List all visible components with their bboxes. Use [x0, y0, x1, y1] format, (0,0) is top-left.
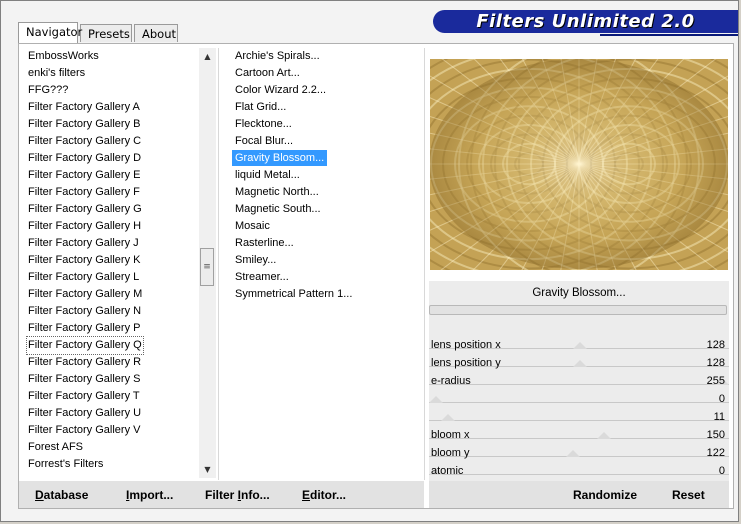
category-item[interactable]: Filter Factory Gallery F	[27, 184, 141, 201]
category-item[interactable]: Filter Factory Gallery M	[27, 286, 143, 303]
progress-bar	[429, 305, 727, 315]
param-slider-row[interactable]: lens position x 128	[429, 336, 729, 354]
category-item[interactable]: Filter Factory Gallery R	[27, 354, 142, 371]
category-item[interactable]: Filter Factory Gallery J	[27, 235, 140, 252]
filter-item[interactable]: Archie's Spirals...	[232, 48, 323, 64]
reset-button[interactable]: Reset	[672, 487, 705, 503]
param-value: 128	[706, 339, 725, 351]
category-item[interactable]: Filter Factory Gallery P	[27, 320, 141, 337]
down-arrow-icon[interactable]: ▼	[199, 461, 216, 478]
category-item[interactable]: Filter Factory Gallery A	[27, 99, 141, 116]
param-label: atomic	[431, 465, 464, 477]
import-button[interactable]: Import...	[126, 487, 173, 503]
filter-item[interactable]: Mosaic	[232, 218, 273, 234]
filter-item[interactable]: Smiley...	[232, 252, 279, 268]
param-value: 128	[706, 357, 725, 369]
param-slider-thumb[interactable]	[597, 432, 611, 439]
tab-presets[interactable]: Presets	[80, 24, 132, 42]
filter-item[interactable]: Rasterline...	[232, 235, 297, 251]
param-slider-track[interactable]	[429, 474, 729, 475]
param-label: e-radius	[431, 375, 471, 387]
category-item[interactable]: Filter Factory Gallery H	[27, 218, 142, 235]
param-slider-thumb[interactable]	[429, 396, 443, 403]
param-slider-row[interactable]: bloom y 122	[429, 444, 729, 462]
filter-item[interactable]: Magnetic South...	[232, 201, 324, 217]
category-item[interactable]: Forrest's Filters	[27, 456, 104, 473]
category-item[interactable]: enki's filters	[27, 65, 86, 82]
filter-item[interactable]: Streamer...	[232, 269, 292, 285]
param-slider-track[interactable]	[429, 438, 729, 439]
param-label: lens position x	[431, 339, 501, 351]
param-label: bloom y	[431, 447, 470, 459]
param-slider-row[interactable]: 0	[429, 390, 729, 408]
category-item[interactable]: Filter Factory Gallery C	[27, 133, 142, 150]
divider	[424, 48, 425, 480]
category-item[interactable]: Filter Factory Gallery S	[27, 371, 141, 388]
param-value: 150	[706, 429, 725, 441]
param-slider-track[interactable]	[429, 402, 729, 403]
divider	[218, 48, 219, 480]
param-slider-thumb[interactable]	[566, 450, 580, 457]
category-item[interactable]: Filter Factory Gallery L	[27, 269, 140, 286]
param-value: 0	[718, 465, 725, 477]
filter-item[interactable]: Flecktone...	[232, 116, 295, 132]
filter-item[interactable]: Focal Blur...	[232, 133, 296, 149]
param-slider-track[interactable]	[429, 420, 729, 421]
category-item[interactable]: Filter Factory Gallery Q	[26, 336, 144, 355]
app-title: Filters Unlimited 2.0	[476, 11, 695, 32]
category-item[interactable]: Filter Factory Gallery D	[27, 150, 142, 167]
title-banner: Filters Unlimited 2.0	[433, 10, 738, 33]
filter-item[interactable]: Cartoon Art...	[232, 65, 303, 81]
param-label: lens position y	[431, 357, 501, 369]
category-item[interactable]: Filter Factory Gallery N	[27, 303, 142, 320]
grip-icon: ≡	[203, 262, 211, 272]
category-item[interactable]: Filter Factory Gallery K	[27, 252, 141, 269]
banner-underline	[600, 34, 738, 36]
filter-info-button[interactable]: Filter Info...	[205, 487, 270, 503]
param-slider-thumb[interactable]	[573, 360, 587, 367]
preview-image	[430, 59, 728, 270]
param-value: 122	[706, 447, 725, 459]
category-item[interactable]: Filter Factory Gallery U	[27, 405, 142, 422]
filter-item[interactable]: Magnetic North...	[232, 184, 322, 200]
filter-item[interactable]: Color Wizard 2.2...	[232, 82, 329, 98]
category-item-clipped[interactable]	[27, 473, 29, 479]
param-slider-thumb[interactable]	[441, 414, 455, 421]
category-item[interactable]: Filter Factory Gallery B	[27, 116, 141, 133]
category-item[interactable]: EmbossWorks	[27, 48, 100, 65]
preview-filter-name: Gravity Blossom...	[532, 287, 626, 299]
category-item[interactable]: FFG???	[27, 82, 69, 99]
param-label: bloom x	[431, 429, 470, 441]
category-item[interactable]: Filter Factory Gallery E	[27, 167, 141, 184]
param-slider-row[interactable]: lens position y 128	[429, 354, 729, 372]
param-slider-row[interactable]: bloom x 150	[429, 426, 729, 444]
tab-about[interactable]: About	[134, 24, 178, 42]
editor-button[interactable]: Editor...	[302, 487, 346, 503]
category-scrollbar[interactable]: ▲ ≡ ▼	[199, 48, 216, 478]
scroll-thumb[interactable]: ≡	[200, 248, 214, 286]
preview-pattern	[430, 59, 728, 270]
filter-item[interactable]: Symmetrical Pattern 1...	[232, 286, 355, 302]
param-slider-thumb[interactable]	[573, 342, 587, 349]
category-item[interactable]: Filter Factory Gallery G	[27, 201, 143, 218]
param-value: 0	[718, 393, 725, 405]
category-item[interactable]: Forest AFS	[27, 439, 84, 456]
param-value: 11	[713, 411, 725, 423]
database-button[interactable]: Database	[35, 487, 88, 503]
param-slider-track[interactable]	[429, 384, 729, 385]
filter-list[interactable]: Archie's Spirals... Cartoon Art... Color W…	[229, 48, 419, 308]
category-list[interactable]: EmbossWorks enki's filters FFG??? Filter Fa…	[23, 48, 198, 480]
filter-item[interactable]: Gravity Blossom...	[232, 150, 328, 166]
randomize-button[interactable]: Randomize	[573, 487, 637, 503]
filter-item[interactable]: liquid Metal...	[232, 167, 303, 183]
up-arrow-icon[interactable]: ▲	[199, 48, 216, 65]
category-item[interactable]: Filter Factory Gallery T	[27, 388, 141, 405]
param-slider-row[interactable]: atomic 0	[429, 462, 729, 480]
param-slider-row[interactable]: e-radius 255	[429, 372, 729, 390]
category-item[interactable]: Filter Factory Gallery V	[27, 422, 141, 439]
filter-item[interactable]: Flat Grid...	[232, 99, 289, 115]
param-value: 255	[706, 375, 725, 387]
tab-navigator[interactable]: Navigator	[18, 22, 82, 43]
param-slider-row[interactable]: 11	[429, 408, 729, 426]
